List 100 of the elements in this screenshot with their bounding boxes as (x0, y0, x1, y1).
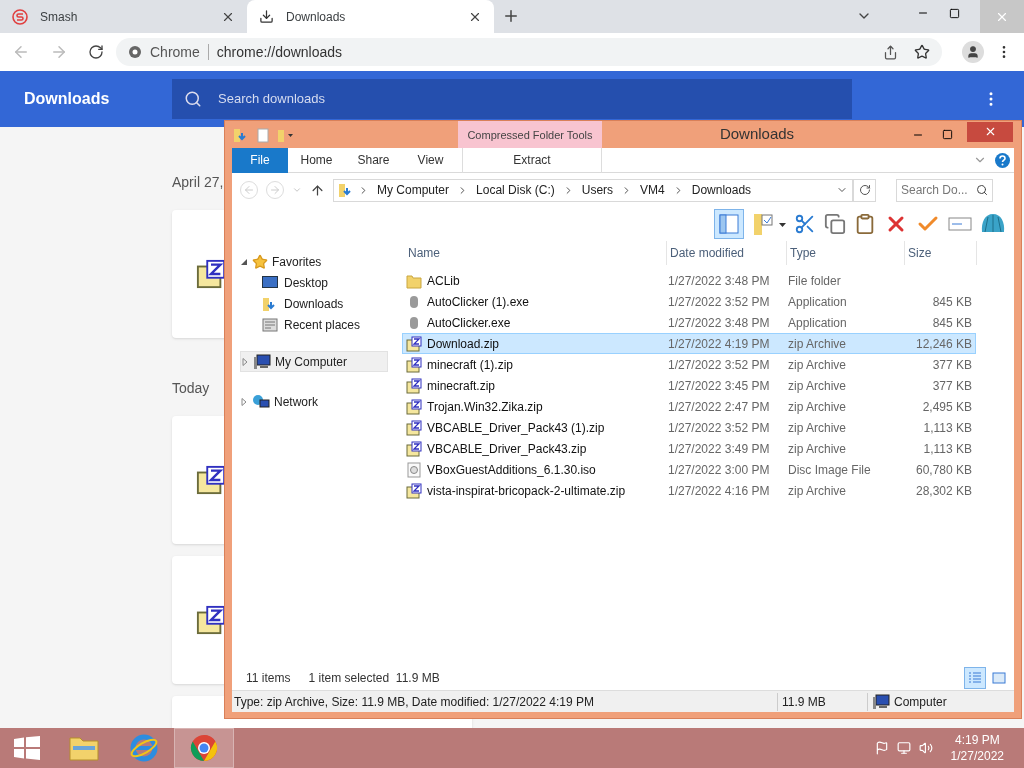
file-name: minecraft.zip (427, 377, 496, 395)
type-cell-text: zip Archive (787, 356, 848, 374)
maximize-icon[interactable] (949, 8, 960, 19)
search-icon (184, 90, 202, 108)
file-row[interactable]: VBCABLE_Driver_Pack43 (1).zip 1/27/2022 3:52 PM zip Archive 1,113 KB (402, 417, 976, 438)
path-segment[interactable]: My Computer (373, 181, 454, 199)
path-segment[interactable]: Local Disk (C:) (472, 181, 559, 199)
zip-file-icon (406, 335, 422, 352)
nav-item[interactable]: Recent places (240, 314, 402, 335)
type-cell-text: Application (787, 293, 848, 311)
ribbon-tab[interactable]: Share (345, 147, 402, 173)
volume-icon[interactable] (918, 741, 933, 755)
column-header[interactable]: Size (905, 241, 977, 265)
nav-item[interactable]: Downloads (240, 293, 402, 314)
quick-access-icon[interactable] (233, 126, 293, 143)
nav-item[interactable]: Network (240, 391, 388, 412)
collapse-arrow-icon[interactable] (240, 257, 248, 266)
ribbon-tab[interactable]: File (232, 147, 288, 173)
file-row[interactable]: Download.zip 1/27/2022 4:19 PM zip Archive 12,246 KB (402, 333, 976, 354)
zip-file-icon (196, 259, 226, 289)
close-window-button[interactable] (967, 121, 1013, 142)
details-view-icon (968, 672, 982, 684)
logo-icon (12, 8, 28, 25)
back-icon[interactable] (12, 43, 30, 61)
ribbon-tab[interactable]: Home (288, 147, 345, 173)
column-header[interactable]: Date modified (667, 241, 787, 265)
help-icon[interactable] (995, 152, 1010, 168)
file-name: AutoClicker.exe (427, 314, 511, 332)
file-row[interactable]: minecraft (1).zip 1/27/2022 3:52 PM zip Archive 377 KB (402, 354, 976, 375)
date-cell-text: 1/27/2022 3:49 PM (667, 440, 771, 458)
up-icon[interactable] (310, 182, 325, 198)
windows-logo-icon[interactable] (14, 736, 40, 760)
file-row[interactable]: Trojan.Win32.Zika.zip 1/27/2022 2:47 PM zip Archive 2,495 KB (402, 396, 976, 417)
forward-icon[interactable] (50, 43, 68, 61)
file-row[interactable]: VBoxGuestAdditions_6.1.30.iso 1/27/2022 3:00 PM Disc Image File 60,780 KB (402, 459, 976, 480)
search-field[interactable]: Search Do... (896, 178, 993, 202)
browser-tab[interactable]: Smash (0, 0, 247, 33)
file-name: VBCABLE_Driver_Pack43.zip (427, 440, 587, 458)
refresh-button[interactable] (853, 178, 876, 202)
reload-icon[interactable] (88, 44, 104, 60)
selection-info: 1 item selected 11.9 MB (308, 670, 440, 687)
column-header[interactable]: Name (405, 241, 667, 265)
window-title: Downloads (718, 124, 796, 145)
size-cell-text: 60,780 KB (914, 461, 973, 479)
address-bar[interactable]: Chrome chrome://downloads (116, 38, 942, 66)
path-segment[interactable]: Users (577, 181, 618, 199)
browser-tab[interactable]: Downloads (247, 0, 494, 33)
path-segment[interactable]: Downloads (687, 181, 756, 199)
date-cell-text: 1/27/2022 3:52 PM (667, 293, 771, 311)
nav-item[interactable]: Favorites (240, 251, 388, 272)
file-name: minecraft (1).zip (427, 356, 514, 374)
zip-file-icon (406, 398, 422, 415)
nav-item[interactable]: Desktop (240, 272, 402, 293)
date-cell-text: 1/27/2022 3:52 PM (667, 356, 771, 374)
share-icon[interactable] (883, 44, 898, 60)
new-tab-icon[interactable] (502, 7, 520, 25)
expand-arrow-icon[interactable] (241, 357, 249, 366)
refresh-icon (858, 184, 871, 196)
file-row[interactable]: AutoClicker (1).exe 1/27/2022 3:52 PM Application 845 KB (402, 291, 976, 312)
ribbon-tab[interactable]: View (402, 147, 459, 173)
paste-icon[interactable] (854, 213, 876, 235)
page-title: Downloads (23, 89, 111, 109)
person-icon (966, 45, 980, 59)
copy-icon[interactable] (824, 213, 846, 235)
file-row[interactable]: minecraft.zip 1/27/2022 3:45 PM zip Archive 377 KB (402, 375, 976, 396)
rename-icon[interactable] (948, 215, 972, 233)
type-cell-text: zip Archive (787, 335, 848, 353)
file-row[interactable]: AutoClicker.exe 1/27/2022 3:48 PM Application 845 KB (402, 312, 976, 333)
path-segment[interactable]: VM4 (636, 181, 669, 199)
zip-file-icon (406, 482, 422, 499)
preview-pane-button[interactable] (714, 209, 744, 239)
size-cell-text: 1,113 KB (922, 419, 973, 437)
bookmark-icon[interactable] (914, 44, 930, 60)
tab-title: Smash (40, 8, 79, 26)
date-cell-text: 1/27/2022 3:00 PM (667, 461, 771, 479)
profile-avatar[interactable] (962, 41, 984, 63)
flag-icon[interactable] (874, 741, 889, 755)
chrome-logo-icon (189, 733, 219, 763)
nav-item[interactable]: My Computer (240, 351, 388, 372)
maximize-icon[interactable] (942, 129, 953, 140)
folder-check-icon[interactable] (752, 212, 786, 236)
file-row[interactable]: vista-inspirat-bricopack-2-ultimate.zip 1/27/2022 4:16 PM zip Archive 28,302 KB (402, 480, 976, 501)
ribbon-tab[interactable]: Extract (462, 147, 602, 173)
search-field[interactable]: Search downloads (172, 79, 852, 119)
cut-icon[interactable] (794, 213, 816, 235)
file-name: ACLib (427, 272, 460, 290)
network-icon[interactable] (896, 741, 911, 755)
date-cell-text: 1/27/2022 3:48 PM (667, 272, 771, 290)
type-cell-text: zip Archive (787, 377, 848, 395)
tiles-view-icon (992, 672, 1006, 684)
chrome-taskbar-button[interactable] (174, 728, 234, 768)
expand-arrow-icon[interactable] (240, 397, 248, 406)
address-bar[interactable]: My Computer Local Disk (C:) Users VM4 Downloads (333, 178, 853, 202)
view-button[interactable] (964, 667, 986, 689)
zip-file-icon (196, 465, 226, 495)
file-row[interactable]: ACLib 1/27/2022 3:48 PM File folder (402, 270, 976, 291)
file-row[interactable]: VBCABLE_Driver_Pack43.zip 1/27/2022 3:49 PM zip Archive 1,113 KB (402, 438, 976, 459)
zip-file-icon (406, 440, 422, 457)
column-header[interactable]: Type (787, 241, 905, 265)
folder-icon (68, 734, 100, 762)
